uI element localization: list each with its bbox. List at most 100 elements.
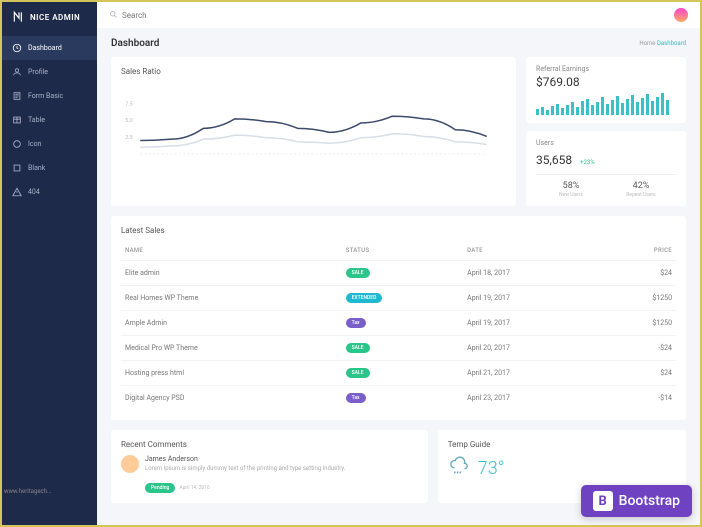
comment-badge: Pending (145, 483, 175, 493)
cell-name: Hosting press html (121, 361, 342, 386)
search-icon (109, 10, 118, 21)
warning-icon (12, 187, 22, 197)
latest-sales-title: Latest Sales (121, 226, 676, 235)
sidebar-item-form-basic[interactable]: Form Basic (2, 84, 97, 108)
breadcrumb-home[interactable]: Home (639, 40, 655, 47)
cell-date: April 23, 2017 (463, 386, 601, 411)
table-row[interactable]: Hosting press htmlSALEApril 21, 2017$24 (121, 361, 676, 386)
spark-bar (556, 104, 559, 115)
table-row[interactable]: Medical Pro WP ThemeSALEApril 20, 2017-$… (121, 336, 676, 361)
svg-text:2.5: 2.5 (125, 135, 132, 141)
spark-bar (546, 110, 549, 115)
svg-text:7.5: 7.5 (125, 102, 132, 108)
user-avatar[interactable] (674, 8, 688, 22)
table-row[interactable]: Elite adminSALEApril 18, 2017$24 (121, 261, 676, 286)
spark-bar (636, 102, 639, 115)
dashboard-icon (12, 43, 22, 53)
sidebar-item-icon[interactable]: Icon (2, 132, 97, 156)
sidebar-item-blank[interactable]: Blank (2, 156, 97, 180)
col-name: NAME (121, 241, 342, 261)
sidebar-nav: Dashboard Profile Form Basic Table Icon … (2, 36, 97, 204)
table-row[interactable]: Real Homes WP ThemeEXTENDEDApril 19, 201… (121, 286, 676, 311)
spark-bar (536, 109, 539, 115)
sidebar-item-404[interactable]: 404 (2, 180, 97, 204)
status-badge: Tax (346, 318, 366, 328)
temp-display: 73° (448, 455, 676, 482)
page-header: Dashboard Home Dashboard (111, 38, 686, 49)
sidebar-item-label: Dashboard (28, 44, 62, 52)
stats-column: Referral Earnings $769.08 Users 35,658 +… (526, 57, 686, 206)
spark-bar (611, 100, 614, 115)
users-card: Users 35,658 +23% 58% New Users 42% Repe… (526, 131, 686, 206)
sidebar-item-label: Blank (28, 164, 45, 172)
sidebar-item-table[interactable]: Table (2, 108, 97, 132)
sidebar: NICE ADMIN Dashboard Profile Form Basic … (2, 2, 97, 525)
breadcrumb: Home Dashboard (639, 40, 686, 47)
spark-bar (656, 97, 659, 115)
cell-date: April 18, 2017 (463, 261, 601, 286)
comment-item: James AndersonLorem Ipsum is simply dumm… (121, 455, 418, 493)
spark-bar (571, 102, 574, 115)
users-value: 35,658 (536, 153, 572, 167)
sales-table: NAME STATUS DATE PRICE Elite adminSALEAp… (121, 241, 676, 410)
profile-icon (12, 67, 22, 77)
sidebar-item-label: Icon (28, 140, 41, 148)
referral-sparkline (536, 93, 676, 115)
cell-price: $1250 (601, 286, 676, 311)
brand-text: NICE ADMIN (30, 13, 80, 22)
repeat-users-pct: 42% Repeat Users (606, 181, 676, 198)
sales-ratio-title: Sales Ratio (121, 67, 506, 76)
cell-date: April 19, 2017 (463, 286, 601, 311)
spark-bar (631, 95, 634, 115)
sidebar-item-profile[interactable]: Profile (2, 60, 97, 84)
page-title: Dashboard (111, 38, 159, 49)
search-input[interactable] (122, 11, 674, 20)
cell-status: SALE (342, 261, 464, 286)
bootstrap-icon: B (593, 491, 613, 511)
temp-guide-title: Temp Guide (448, 440, 676, 449)
cell-price: -$14 (601, 386, 676, 411)
table-icon (12, 115, 22, 125)
spark-bar (621, 103, 624, 115)
watermark: www.heritagech... (4, 488, 52, 495)
brand-logo[interactable]: NICE ADMIN (2, 2, 97, 32)
breadcrumb-current: Dashboard (657, 40, 686, 47)
status-badge: Tax (346, 393, 366, 403)
sidebar-item-label: 404 (28, 188, 40, 196)
spark-bar (581, 101, 584, 115)
cell-date: April 21, 2017 (463, 361, 601, 386)
form-icon (12, 91, 22, 101)
spark-bar (541, 107, 544, 115)
recent-comments-card: Recent Comments James AndersonLorem Ipsu… (111, 430, 428, 503)
spark-bar (666, 100, 669, 115)
cell-price: $24 (601, 261, 676, 286)
bootstrap-text: Bootstrap (619, 493, 680, 509)
latest-sales-card: Latest Sales NAME STATUS DATE PRICE Elit… (111, 216, 686, 420)
table-row[interactable]: Digital Agency PSD Tax April 23, 2017-$14 (121, 386, 676, 411)
weather-icon (448, 455, 470, 482)
sidebar-item-dashboard[interactable]: Dashboard (2, 36, 97, 60)
svg-text:5.0: 5.0 (125, 118, 132, 124)
cell-price: $1250 (601, 311, 676, 336)
cell-status: SALE (342, 336, 464, 361)
spark-bar (641, 98, 644, 115)
col-price: PRICE (601, 241, 676, 261)
cell-status: Tax (342, 311, 464, 336)
spark-bar (566, 105, 569, 115)
spark-bar (651, 101, 654, 115)
spark-bar (551, 106, 554, 115)
cell-name: Digital Agency PSD (121, 386, 342, 411)
users-delta: +23% (580, 159, 595, 166)
referral-value: $769.08 (536, 75, 676, 89)
status-badge: SALE (346, 343, 370, 353)
spark-bar (601, 97, 604, 115)
spark-bar (561, 108, 564, 115)
cell-name: Medical Pro WP Theme (121, 336, 342, 361)
spark-bar (661, 93, 664, 115)
content: Dashboard Home Dashboard Sales Ratio 7.5… (97, 28, 700, 513)
icon-icon (12, 139, 22, 149)
cell-date: April 19, 2017 (463, 311, 601, 336)
table-row[interactable]: Ample AdminTaxApril 19, 2017$1250 (121, 311, 676, 336)
spark-bar (606, 104, 609, 115)
comment-author: James Anderson (145, 455, 345, 463)
